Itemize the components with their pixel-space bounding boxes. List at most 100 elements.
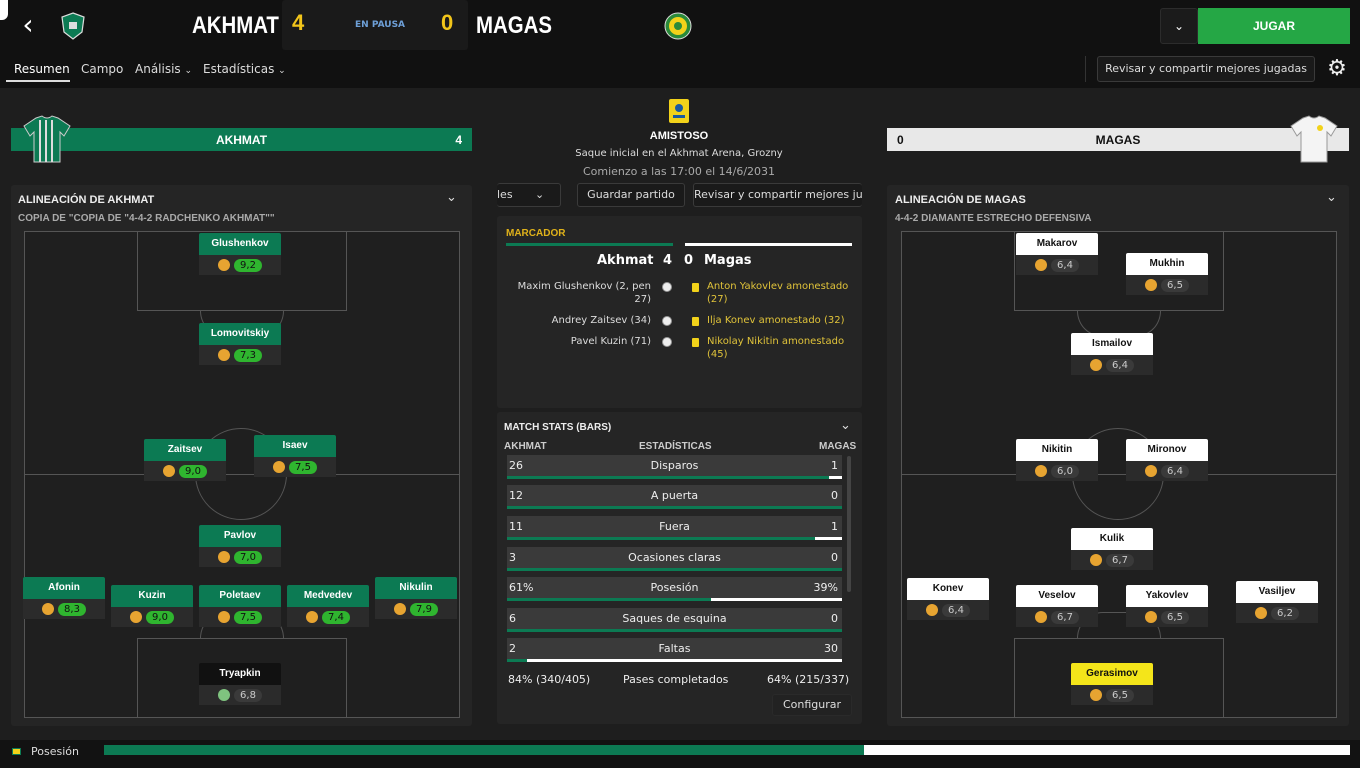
player-rating: 6,0 — [1016, 461, 1098, 481]
stat-home-value: 12 — [509, 489, 523, 502]
away-team-banner: 0 MAGAS — [887, 128, 1349, 151]
footer-label: Posesión — [31, 745, 79, 758]
configure-button[interactable]: Configurar — [772, 694, 852, 716]
stat-row: Ocasiones claras 3 0 — [507, 547, 842, 571]
kickoff-info: Saque inicial en el Akhmat Arena, Grozny — [575, 148, 783, 159]
stat-home-value: 3 — [509, 551, 516, 564]
player-rating: 8,3 — [23, 599, 105, 619]
stat-home-value: 84% (340/405) — [508, 673, 591, 686]
away-player-7[interactable]: Veselov 6,7 — [1016, 585, 1098, 627]
player-rating: 9,2 — [199, 255, 281, 275]
home-team-banner: AKHMAT 4 — [11, 128, 472, 151]
player-rating: 7,3 — [199, 345, 281, 365]
away-player-4[interactable]: Mironov 6,4 — [1126, 439, 1208, 481]
competition-name: AMISTOSO — [649, 130, 709, 142]
home-banner-name: AKHMAT — [215, 133, 268, 147]
away-player-10[interactable]: Gerasimov 6,5 — [1071, 663, 1153, 705]
away-player-2[interactable]: Ismailov 6,4 — [1071, 333, 1153, 375]
tab-campo[interactable]: Campo — [81, 62, 123, 76]
morale-icon — [1090, 359, 1103, 371]
rating-badge: 9,2 — [234, 258, 262, 272]
stat-away-value: 0 — [831, 489, 838, 502]
home-player-5[interactable]: Afonin 8,3 — [23, 577, 105, 619]
away-player-8[interactable]: Yakovlev 6,5 — [1126, 585, 1208, 627]
yellow-card-icon — [692, 338, 699, 347]
away-player-9[interactable]: Vasiljev 6,2 — [1236, 581, 1318, 623]
home-player-7[interactable]: Poletaev 7,5 — [199, 585, 281, 627]
home-player-1[interactable]: Lomovitskiy 7,3 — [199, 323, 281, 365]
player-rating: 6,5 — [1071, 685, 1153, 705]
stat-away-value: 30 — [824, 642, 838, 655]
stat-row: Posesión 61% 39% — [507, 577, 842, 601]
home-player-3[interactable]: Isaev 7,5 — [254, 435, 336, 477]
scoreboard-title: MARCADOR — [506, 228, 566, 239]
home-player-0[interactable]: Glushenkov 9,2 — [199, 233, 281, 275]
tab-resumen[interactable]: Resumen — [14, 62, 70, 76]
player-name: Glushenkov — [199, 233, 281, 255]
review-highlights-button[interactable]: Revisar y compartir mejores jugadas — [1097, 56, 1315, 82]
save-match-button[interactable]: Guardar partido — [577, 183, 685, 207]
home-lineup-title: ALINEACIÓN DE AKHMAT — [18, 194, 155, 206]
morale-icon — [1090, 689, 1103, 701]
stat-row: A puerta 12 0 — [507, 485, 842, 509]
home-player-4[interactable]: Pavlov 7,0 — [199, 525, 281, 567]
chevron-down-icon[interactable]: ⌄ — [446, 190, 457, 205]
away-player-6[interactable]: Konev 6,4 — [907, 578, 989, 620]
home-player-9[interactable]: Nikulin 7,9 — [375, 577, 457, 619]
player-rating: 9,0 — [144, 461, 226, 481]
rating-badge: 6,8 — [234, 688, 262, 702]
away-player-5[interactable]: Kulik 6,7 — [1071, 528, 1153, 570]
rating-badge: 6,4 — [1051, 258, 1079, 272]
stat-home-value: 26 — [509, 459, 523, 472]
chevron-down-icon[interactable]: ⌄ — [840, 418, 851, 433]
player-name: Kulik — [1071, 528, 1153, 550]
rating-badge: 6,4 — [1161, 464, 1189, 478]
tab-estadisticas[interactable]: Estadísticas ⌄ — [203, 62, 286, 76]
stats-scrollbar[interactable] — [847, 456, 851, 592]
away-player-3[interactable]: Nikitin 6,0 — [1016, 439, 1098, 481]
back-arrow-icon[interactable]: ‹ — [14, 10, 42, 42]
home-player-8[interactable]: Medvedev 7,4 — [287, 585, 369, 627]
away-player-0[interactable]: Makarov 6,4 — [1016, 233, 1098, 275]
home-formation: COPIA DE "COPIA DE "4-4-2 RADCHENKO AKHM… — [18, 213, 275, 224]
player-name: Zaitsev — [144, 439, 226, 461]
start-time: Comienzo a las 17:00 el 14/6/2031 — [582, 165, 776, 178]
morale-icon — [218, 349, 231, 361]
partial-button[interactable]: les ⌄ — [497, 183, 561, 207]
player-rating: 7,0 — [199, 547, 281, 567]
chevron-down-icon[interactable]: ⌄ — [1326, 190, 1337, 205]
player-name: Gerasimov — [1071, 663, 1153, 685]
stat-row: Saques de esquina 6 0 — [507, 608, 842, 632]
home-player-6[interactable]: Kuzin 9,0 — [111, 585, 193, 627]
tab-estadisticas-label: Estadísticas — [203, 62, 275, 76]
home-player-10[interactable]: Tryapkin 6,8 — [199, 663, 281, 705]
gear-icon[interactable]: ⚙ — [1324, 56, 1350, 82]
stat-row: Disparos 26 1 — [507, 455, 842, 479]
player-name: Lomovitskiy — [199, 323, 281, 345]
play-button[interactable]: JUGAR — [1198, 8, 1350, 44]
player-name: Ismailov — [1071, 333, 1153, 355]
card-event-2: Ilja Konev amonestado (32) — [707, 315, 845, 326]
card-event-1: Anton Yakovlev amonestado — [707, 281, 849, 292]
chevron-down-icon[interactable]: ⌄ — [1160, 8, 1198, 44]
player-name: Makarov — [1016, 233, 1098, 255]
morale-icon — [1035, 611, 1048, 623]
window-corner — [0, 0, 8, 20]
tab-analisis[interactable]: Análisis ⌄ — [135, 62, 192, 76]
away-player-1[interactable]: Mukhin 6,5 — [1126, 253, 1208, 295]
player-name: Kuzin — [111, 585, 193, 607]
player-rating: 6,7 — [1016, 607, 1098, 627]
rating-badge: 7,5 — [289, 460, 317, 474]
stat-away-value: 0 — [831, 551, 838, 564]
home-kit-icon — [23, 115, 71, 163]
player-name: Konev — [907, 578, 989, 600]
divider — [1085, 56, 1086, 82]
stats-col-label: ESTADÍSTICAS — [639, 441, 712, 452]
rating-badge: 6,4 — [1106, 358, 1134, 372]
yellow-card-icon — [692, 317, 699, 326]
stat-home-value: 6 — [509, 612, 516, 625]
player-rating: 6,5 — [1126, 275, 1208, 295]
player-name: Mironov — [1126, 439, 1208, 461]
review-highlights-button-2[interactable]: Revisar y compartir mejores ju — [693, 183, 862, 207]
home-player-2[interactable]: Zaitsev 9,0 — [144, 439, 226, 481]
